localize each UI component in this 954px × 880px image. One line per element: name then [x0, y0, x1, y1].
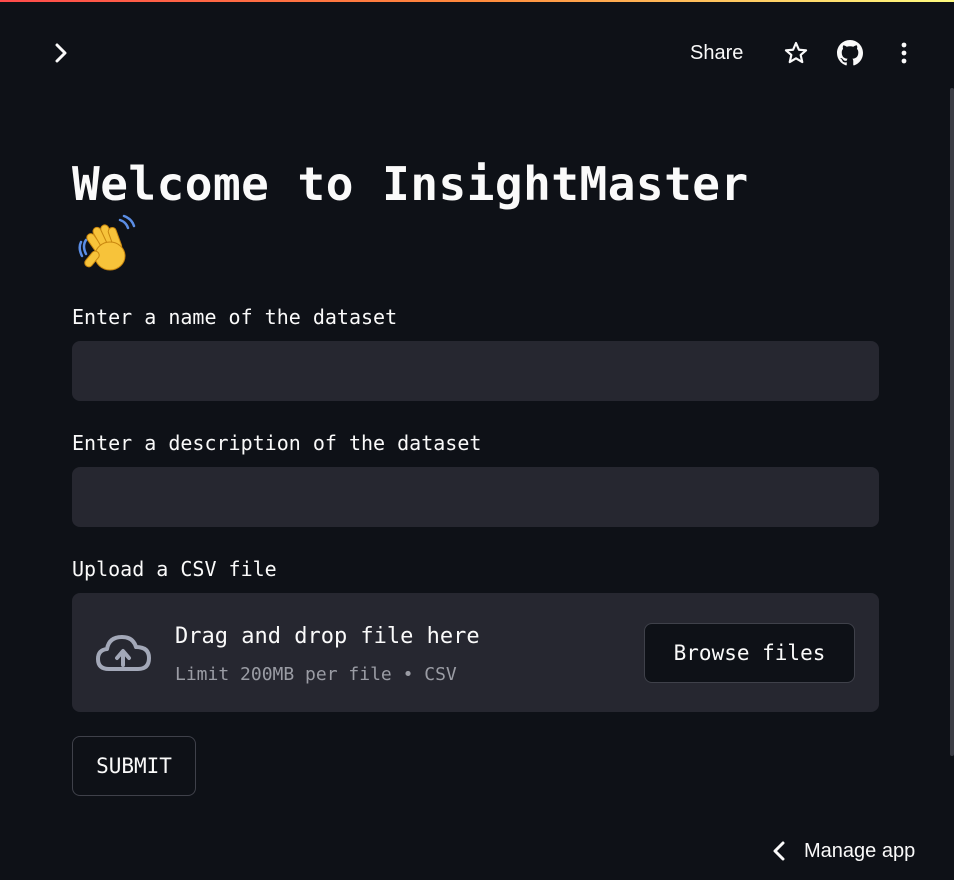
browse-files-button[interactable]: Browse files: [644, 623, 855, 683]
dropzone-title: Drag and drop file here: [175, 624, 480, 649]
scrollbar[interactable]: [950, 88, 954, 756]
sidebar-toggle-button[interactable]: [48, 40, 74, 66]
dropzone-limit-text: Limit 200MB per file • CSV: [175, 664, 457, 685]
app-header: Share: [0, 2, 954, 102]
submit-button[interactable]: SUBMIT: [72, 736, 196, 796]
dataset-name-label: Enter a name of the dataset: [72, 305, 398, 329]
page-title: Welcome to InsightMaster: [72, 157, 749, 211]
chevron-right-icon: [55, 43, 67, 63]
favorite-button[interactable]: [782, 39, 810, 67]
manage-app-label: Manage app: [804, 839, 916, 862]
dataset-name-input[interactable]: [72, 341, 879, 401]
dataset-description-label: Enter a description of the dataset: [72, 431, 482, 455]
file-dropzone[interactable]: Drag and drop file here Limit 200MB per …: [72, 593, 879, 712]
cloud-upload-icon: [96, 635, 151, 671]
upload-label: Upload a CSV file: [72, 557, 277, 581]
waving-hand-icon: [78, 214, 136, 271]
share-button[interactable]: Share: [690, 40, 743, 66]
dataset-description-input[interactable]: [72, 467, 879, 527]
github-icon: [837, 40, 863, 66]
github-button[interactable]: [836, 39, 864, 67]
chevron-left-icon: [773, 841, 785, 861]
kebab-menu-icon: [901, 42, 907, 64]
star-icon: [784, 41, 808, 64]
main-menu-button[interactable]: [890, 39, 918, 67]
manage-app-button[interactable]: Manage app: [772, 834, 915, 868]
